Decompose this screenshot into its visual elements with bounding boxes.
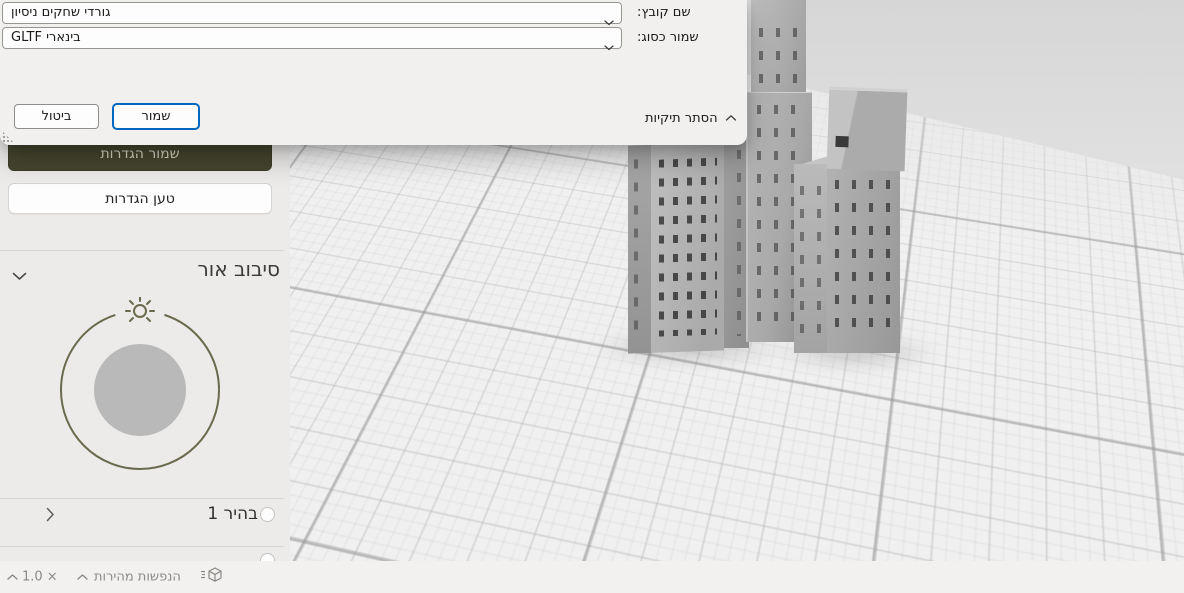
save-button-label: שמור [142,109,171,124]
building-penthouse-cube[interactable] [827,87,908,172]
save-type-value[interactable]: בינארי GLTF [11,30,81,45]
lighting-preset-radio[interactable] [260,507,275,522]
building-left-tower[interactable] [628,138,724,353]
divider [0,498,284,499]
fast-animations-label[interactable]: הנפשות מהירות [94,570,181,585]
chevron-up-icon[interactable] [7,570,18,585]
building-windows [634,159,648,339]
light-rotation-section-title: סיבוב אור [198,257,281,281]
chevron-up-icon [725,111,737,126]
file-name-combobox[interactable]: גורדי שחקים ניסיון [2,2,622,24]
building-windows [835,180,892,339]
animation-cube-icon [201,567,223,587]
save-type-combobox[interactable]: בינארי GLTF [2,27,622,49]
cancel-button[interactable]: ביטול [14,104,99,129]
building-face [794,164,828,353]
save-dialog: גורדי שחקים ניסיון שם קובץ: בינארי GLTF … [0,0,747,145]
save-type-label: שמור כסוג: [637,30,699,45]
hide-folders-button[interactable]: הסתר תיקיות [645,111,737,126]
playback-speed-value[interactable]: 1.0 × [22,570,58,585]
building-face [628,145,652,354]
divider [0,250,284,251]
light-rotation-knob[interactable] [94,344,186,436]
chevron-down-icon[interactable] [12,266,27,285]
lighting-preset-label: בהיר 1 [207,504,258,524]
building-windows [800,186,823,337]
chevron-right-icon[interactable] [46,507,55,526]
cancel-button-label: ביטול [42,109,72,124]
building-right-tower[interactable] [794,150,900,353]
file-name-value[interactable]: גורדי שחקים ניסיון [11,5,111,20]
app-root: שמור הגדרות טען הגדרות סיבוב אור [0,0,1184,593]
building-windows [659,158,717,337]
building-windows [835,136,848,147]
dialog-resize-grip[interactable] [2,131,13,142]
chevron-down-icon[interactable] [604,36,614,55]
status-bar: 1.0 × הנפשות מהירות [0,561,1184,593]
sun-icon[interactable] [126,297,154,321]
save-button[interactable]: שמור [112,103,200,130]
load-settings-label: טען הגדרות [105,191,175,207]
file-name-label: שם קובץ: [637,5,691,20]
building-face [651,138,724,353]
save-settings-label: שמור הגדרות [100,146,179,162]
load-settings-button[interactable]: טען הגדרות [8,183,272,214]
building-tall-tower-top[interactable] [751,0,806,100]
divider [0,546,284,547]
chevron-up-icon[interactable] [77,570,88,585]
hide-folders-label: הסתר תיקיות [645,111,718,126]
building-windows [759,28,798,90]
building-face [827,160,900,353]
